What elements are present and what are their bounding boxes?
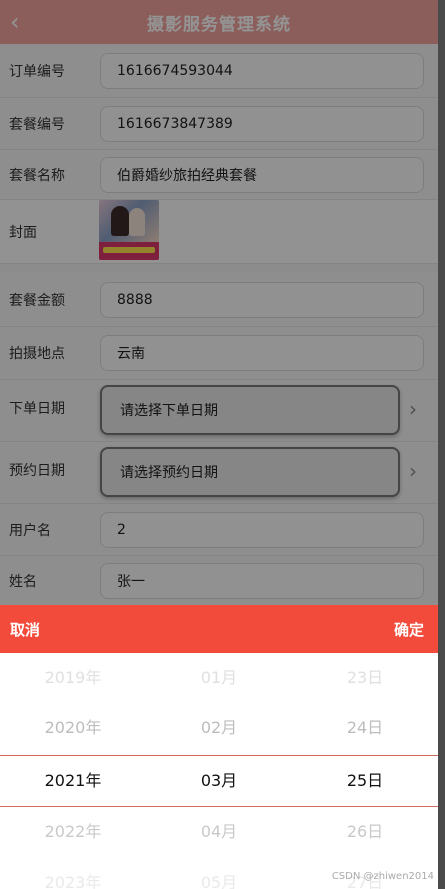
day-option[interactable]: 23日 [292, 653, 438, 703]
month-option[interactable]: 04月 [146, 807, 292, 857]
selection-top-line [0, 755, 438, 756]
year-option[interactable]: 2022年 [0, 807, 146, 857]
day-option[interactable]: 26日 [292, 807, 438, 857]
selection-bottom-line [0, 806, 438, 807]
year-wheel[interactable]: 2019年 2020年 2021年 2022年 2023年 [0, 653, 146, 889]
year-option[interactable]: 2020年 [0, 703, 146, 753]
confirm-button[interactable]: 确定 [394, 619, 424, 640]
picker-toolbar: 取消 确定 [0, 605, 438, 653]
month-option-selected[interactable]: 03月 [146, 756, 292, 806]
screen-edge [438, 0, 445, 889]
month-wheel[interactable]: 01月 02月 03月 04月 05月 [146, 653, 292, 889]
watermark: CSDN @zhiwen2014 [331, 871, 434, 882]
year-option-selected[interactable]: 2021年 [0, 756, 146, 806]
year-option[interactable]: 2023年 [0, 858, 146, 889]
month-option[interactable]: 01月 [146, 653, 292, 703]
app-screen: ‹ 摄影服务管理系统 订单编号 1616674593044 套餐编号 16166… [0, 0, 438, 889]
date-picker: 取消 确定 2019年 2020年 2021年 2022年 2023年 01月 … [0, 605, 438, 889]
month-option[interactable]: 02月 [146, 703, 292, 753]
month-option[interactable]: 05月 [146, 858, 292, 889]
year-option[interactable]: 2019年 [0, 653, 146, 703]
modal-overlay[interactable] [0, 0, 438, 605]
day-option-selected[interactable]: 25日 [292, 756, 438, 806]
day-wheel[interactable]: 23日 24日 25日 26日 27日 [292, 653, 438, 889]
day-option[interactable]: 24日 [292, 703, 438, 753]
cancel-button[interactable]: 取消 [10, 619, 40, 640]
